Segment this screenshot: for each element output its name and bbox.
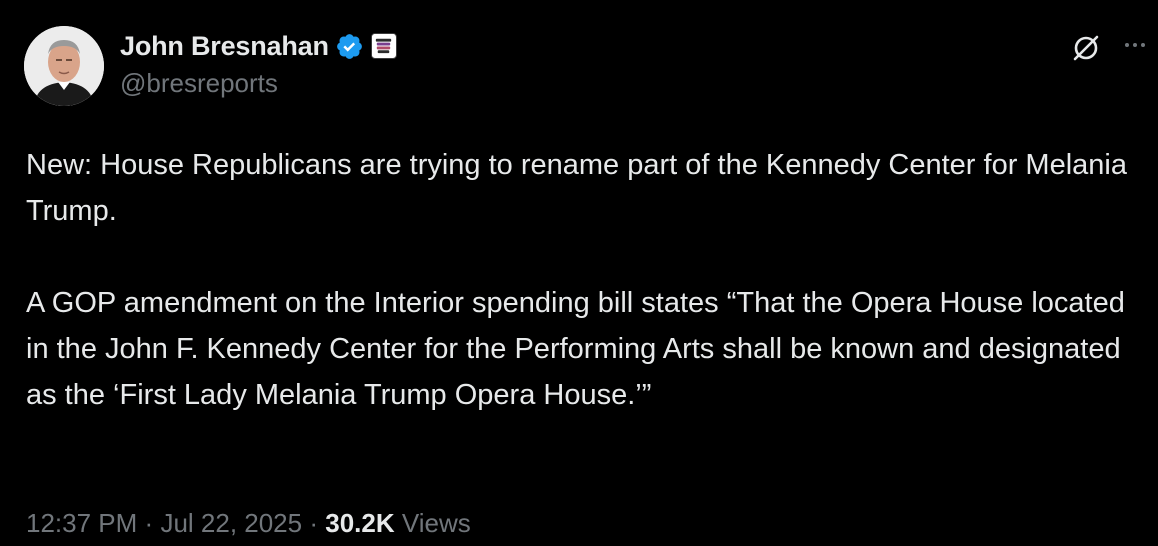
display-name[interactable]: John Bresnahan xyxy=(120,31,329,62)
avatar-photo xyxy=(24,26,104,106)
meta-separator: · xyxy=(309,508,319,538)
tweet-text: New: House Republicans are trying to ren… xyxy=(26,142,1136,418)
views-label: Views xyxy=(401,508,471,538)
tweet-time[interactable]: 12:37 PM xyxy=(26,508,137,538)
more-icon[interactable] xyxy=(1120,30,1150,60)
name-row: John Bresnahan xyxy=(120,28,397,64)
grok-icon[interactable] xyxy=(1068,30,1104,66)
meta-separator: · xyxy=(144,508,154,538)
more-dot xyxy=(1125,43,1129,47)
tweet-date[interactable]: Jul 22, 2025 xyxy=(160,508,302,538)
tweet: John Bresnahan @bresreports New: House R… xyxy=(0,0,1158,546)
handle[interactable]: @bresreports xyxy=(120,68,397,99)
avatar[interactable] xyxy=(24,26,104,106)
tweet-paragraph: New: House Republicans are trying to ren… xyxy=(26,149,1127,227)
tweet-paragraph: A GOP amendment on the Interior spending… xyxy=(26,287,1125,411)
more-dot xyxy=(1133,43,1137,47)
affiliate-badge-icon[interactable] xyxy=(370,33,397,59)
more-dot xyxy=(1141,43,1145,47)
verified-badge-icon[interactable] xyxy=(335,32,364,61)
tweet-header: John Bresnahan @bresreports xyxy=(120,28,397,99)
views-count[interactable]: 30.2K xyxy=(325,508,394,538)
tweet-meta: 12:37 PM · Jul 22, 2025 · 30.2K Views xyxy=(26,508,471,539)
